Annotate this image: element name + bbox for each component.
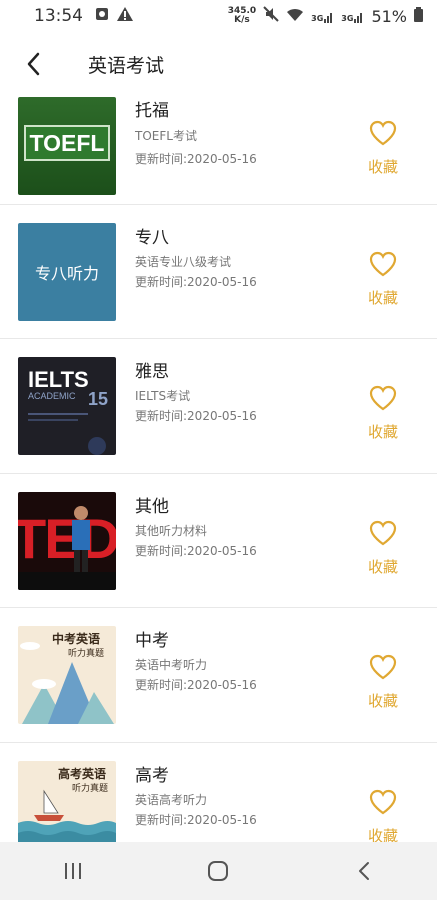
item-update-time: 更新时间:2020-05-16	[135, 812, 257, 827]
battery-percent: 51%	[371, 6, 407, 26]
favorite-label: 收藏	[367, 288, 398, 307]
signal-3g-icon: 3G	[341, 9, 364, 23]
status-bar: 13:54 345.0 K/s 3G 3G 51%	[0, 0, 437, 32]
favorite-button[interactable]: 收藏	[360, 654, 406, 711]
item-title: 其他	[135, 496, 169, 517]
page-title: 英语考试	[88, 54, 165, 77]
item-thumbnail-toefl: TOEFL	[18, 97, 116, 195]
favorite-label: 收藏	[367, 826, 398, 843]
item-title: 专八	[135, 227, 169, 248]
warning-icon	[117, 6, 133, 26]
list-item[interactable]: TOEFL 托福 TOEFL考试 更新时间:2020-05-16 收藏	[0, 76, 437, 205]
item-update-time: 更新时间:2020-05-16	[135, 152, 257, 166]
item-title: 雅思	[135, 362, 169, 382]
favorite-label: 收藏	[367, 692, 398, 710]
back-arrow-icon	[359, 862, 370, 880]
item-update-time: 更新时间:2020-05-16	[135, 543, 257, 558]
status-time: 13:54	[34, 6, 83, 26]
favorite-button[interactable]: 收藏	[360, 385, 406, 442]
favorite-button[interactable]: 收藏	[360, 120, 406, 177]
exam-list[interactable]: TOEFL 托福 TOEFL考试 更新时间:2020-05-16 收藏 专八听力…	[0, 76, 437, 842]
heart-outline-icon	[369, 251, 397, 276]
item-update-time: 更新时间:2020-05-16	[135, 274, 257, 289]
heart-outline-icon	[369, 654, 397, 680]
heart-outline-icon	[369, 120, 397, 146]
mute-icon	[263, 6, 279, 26]
recent-apps-icon	[64, 863, 81, 879]
item-update-time: 更新时间:2020-05-16	[135, 409, 257, 423]
item-thumbnail-tem8: 专八听力	[18, 222, 116, 321]
item-subtitle: TOEFL考试	[135, 129, 197, 143]
list-item[interactable]: 高考英语 听力真题 高考 英语高考听力 更新时间:2020-05-16 收藏	[0, 743, 437, 843]
heart-outline-icon	[369, 520, 397, 545]
item-subtitle: IELTS考试	[135, 389, 191, 403]
heart-outline-icon	[369, 789, 397, 814]
list-item[interactable]: TED 其他 其他听力材料 更新时间:2020-05-16 收藏	[0, 474, 437, 608]
system-nav-bar	[0, 842, 437, 900]
wifi-icon	[286, 7, 304, 26]
chevron-left-icon	[27, 52, 40, 76]
favorite-label: 收藏	[367, 557, 398, 576]
item-title: 高考	[135, 765, 169, 786]
system-back-button[interactable]	[334, 846, 394, 896]
item-title: 托福	[135, 101, 169, 121]
item-thumbnail-ted: TED	[18, 491, 116, 590]
item-subtitle: 英语中考听力	[135, 658, 208, 672]
battery-icon	[414, 6, 423, 26]
favorite-label: 收藏	[367, 423, 398, 441]
favorite-label: 收藏	[367, 158, 398, 176]
item-subtitle: 英语高考听力	[135, 792, 208, 807]
item-subtitle: 英语专业八级考试	[135, 254, 232, 269]
item-thumbnail-ielts: IELTS ACADEMIC 15	[18, 357, 116, 455]
item-title: 中考	[135, 631, 169, 651]
item-update-time: 更新时间:2020-05-16	[135, 678, 257, 692]
item-thumbnail-gaokao: 高考英语 听力真题	[18, 760, 116, 842]
screenshot-notification-icon	[95, 6, 109, 26]
item-thumbnail-zhongkao: 中考英语 听力真题	[18, 626, 116, 724]
heart-outline-icon	[369, 385, 397, 411]
favorite-button[interactable]: 收藏	[360, 251, 406, 308]
list-item[interactable]: 专八听力 专八 英语专业八级考试 更新时间:2020-05-16 收藏	[0, 205, 437, 339]
signal-3g-icon: 3G	[311, 9, 334, 23]
recent-apps-button[interactable]	[43, 846, 103, 896]
list-item[interactable]: IELTS ACADEMIC 15 雅思 IELTS考试 更新时间:2020-0…	[0, 339, 437, 474]
home-button[interactable]	[188, 846, 248, 896]
favorite-button[interactable]: 收藏	[360, 520, 406, 577]
item-subtitle: 其他听力材料	[135, 523, 208, 538]
list-item[interactable]: 中考英语 听力真题 中考 英语中考听力 更新时间:2020-05-16 收藏	[0, 608, 437, 743]
network-speed: 345.0 K/s	[227, 6, 257, 25]
home-icon	[208, 861, 229, 881]
favorite-button[interactable]: 收藏	[360, 789, 406, 843]
